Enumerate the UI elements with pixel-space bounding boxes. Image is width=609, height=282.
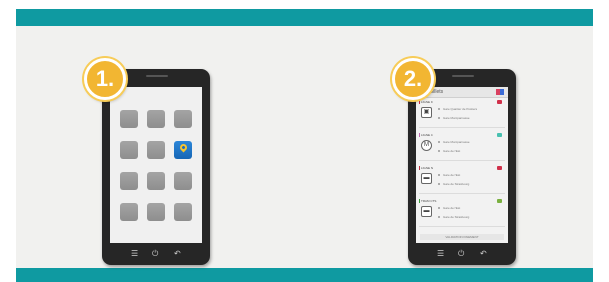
phone-step-2: Mes Billets LIGNE 9 ▣ Gare Quartier de Po… [408,69,516,265]
stop-from: Gare Montparnasse [443,140,470,144]
flag-icon [496,89,504,95]
home-screen [110,87,202,243]
phone-nav-bar: ☰ ⏻ ↶ [408,247,516,261]
menu-icon[interactable]: ☰ [437,249,444,259]
ticket-line: LIGNE 4 [421,133,433,137]
ticket-line: LIGNE N [421,166,434,170]
stop-from: Gare Quartier de Postiers [443,107,478,111]
bus-icon: ▣ [421,107,432,118]
stop-to: Gare de Strasbourg [443,182,470,186]
stop-dot [438,108,440,110]
power-icon[interactable]: ⏻ [152,249,158,259]
tram-icon: ▬ [421,206,432,217]
icon-glyph: M [424,142,429,148]
divider [419,193,505,194]
power-icon[interactable]: ⏻ [458,249,464,259]
icon-glyph: ▬ [423,208,430,214]
divider [419,226,505,227]
app-icon[interactable] [147,110,165,128]
phone-nav-bar: ☰ ⏻ ↶ [102,247,210,261]
stop-dot [438,174,440,176]
divider [419,160,505,161]
app-icon[interactable] [147,203,165,221]
step-badge-2: 2. [392,58,434,100]
bottom-banner [16,268,593,282]
app-icon[interactable] [120,203,138,221]
ticket-tag [496,133,502,137]
app-icon[interactable] [120,172,138,190]
stop-dot [438,117,440,119]
app-icon[interactable] [120,141,138,159]
map-pin-icon[interactable] [174,141,192,159]
metro-icon: M [421,140,432,151]
ticket-tag [496,199,502,203]
app-icon[interactable] [174,172,192,190]
top-banner [16,9,593,26]
icon-glyph: ▬ [423,175,430,181]
ticket-tag [496,100,502,104]
app-icon[interactable] [147,172,165,190]
icon-glyph: ▣ [423,109,430,115]
menu-icon[interactable]: ☰ [131,249,138,259]
app-icon[interactable] [147,141,165,159]
stop-to: Gare de Strasbourg [443,215,470,219]
back-icon[interactable]: ↶ [480,249,487,259]
step-badge-1: 1. [84,58,126,100]
stop-dot [438,207,440,209]
ticket-item[interactable]: LIGNE N ▬ Gare de l'Est Gare de Strasbourg [419,166,505,194]
app-icon[interactable] [174,203,192,221]
train-icon: ▬ [421,173,432,184]
app-grid [120,110,192,221]
app-icon[interactable] [120,110,138,128]
stop-to: Gare Montparnasse [443,116,470,120]
stop-dot [438,150,440,152]
ticket-item[interactable]: LIGNE 4 M Gare Montparnasse Gare de l'Est [419,133,505,161]
ticket-line: TRAM CTS [421,199,437,203]
ticket-tag [496,166,502,170]
validation-button[interactable]: VALIDATION PAIEMENT [420,234,504,240]
stop-from: Gare de l'Est [443,173,461,177]
phone-speaker [452,75,474,77]
ticket-item[interactable]: TRAM CTS ▬ Gare de l'Est Gare de Strasbour… [419,199,505,227]
stop-from: Gare de l'Est [443,206,461,210]
phone-speaker [146,75,168,77]
back-icon[interactable]: ↶ [174,249,181,259]
ticket-line: LIGNE 9 [421,100,433,104]
stop-dot [438,141,440,143]
pin-glyph [178,142,189,153]
phone-step-1: ☰ ⏻ ↶ [102,69,210,265]
divider [419,127,505,128]
stop-dot [438,216,440,218]
app-icon[interactable] [174,110,192,128]
ticket-item[interactable]: LIGNE 9 ▣ Gare Quartier de Postiers Gare M… [419,100,505,128]
tickets-screen: Mes Billets LIGNE 9 ▣ Gare Quartier de Po… [416,87,508,243]
stop-to: Gare de l'Est [443,149,461,153]
stop-dot [438,183,440,185]
